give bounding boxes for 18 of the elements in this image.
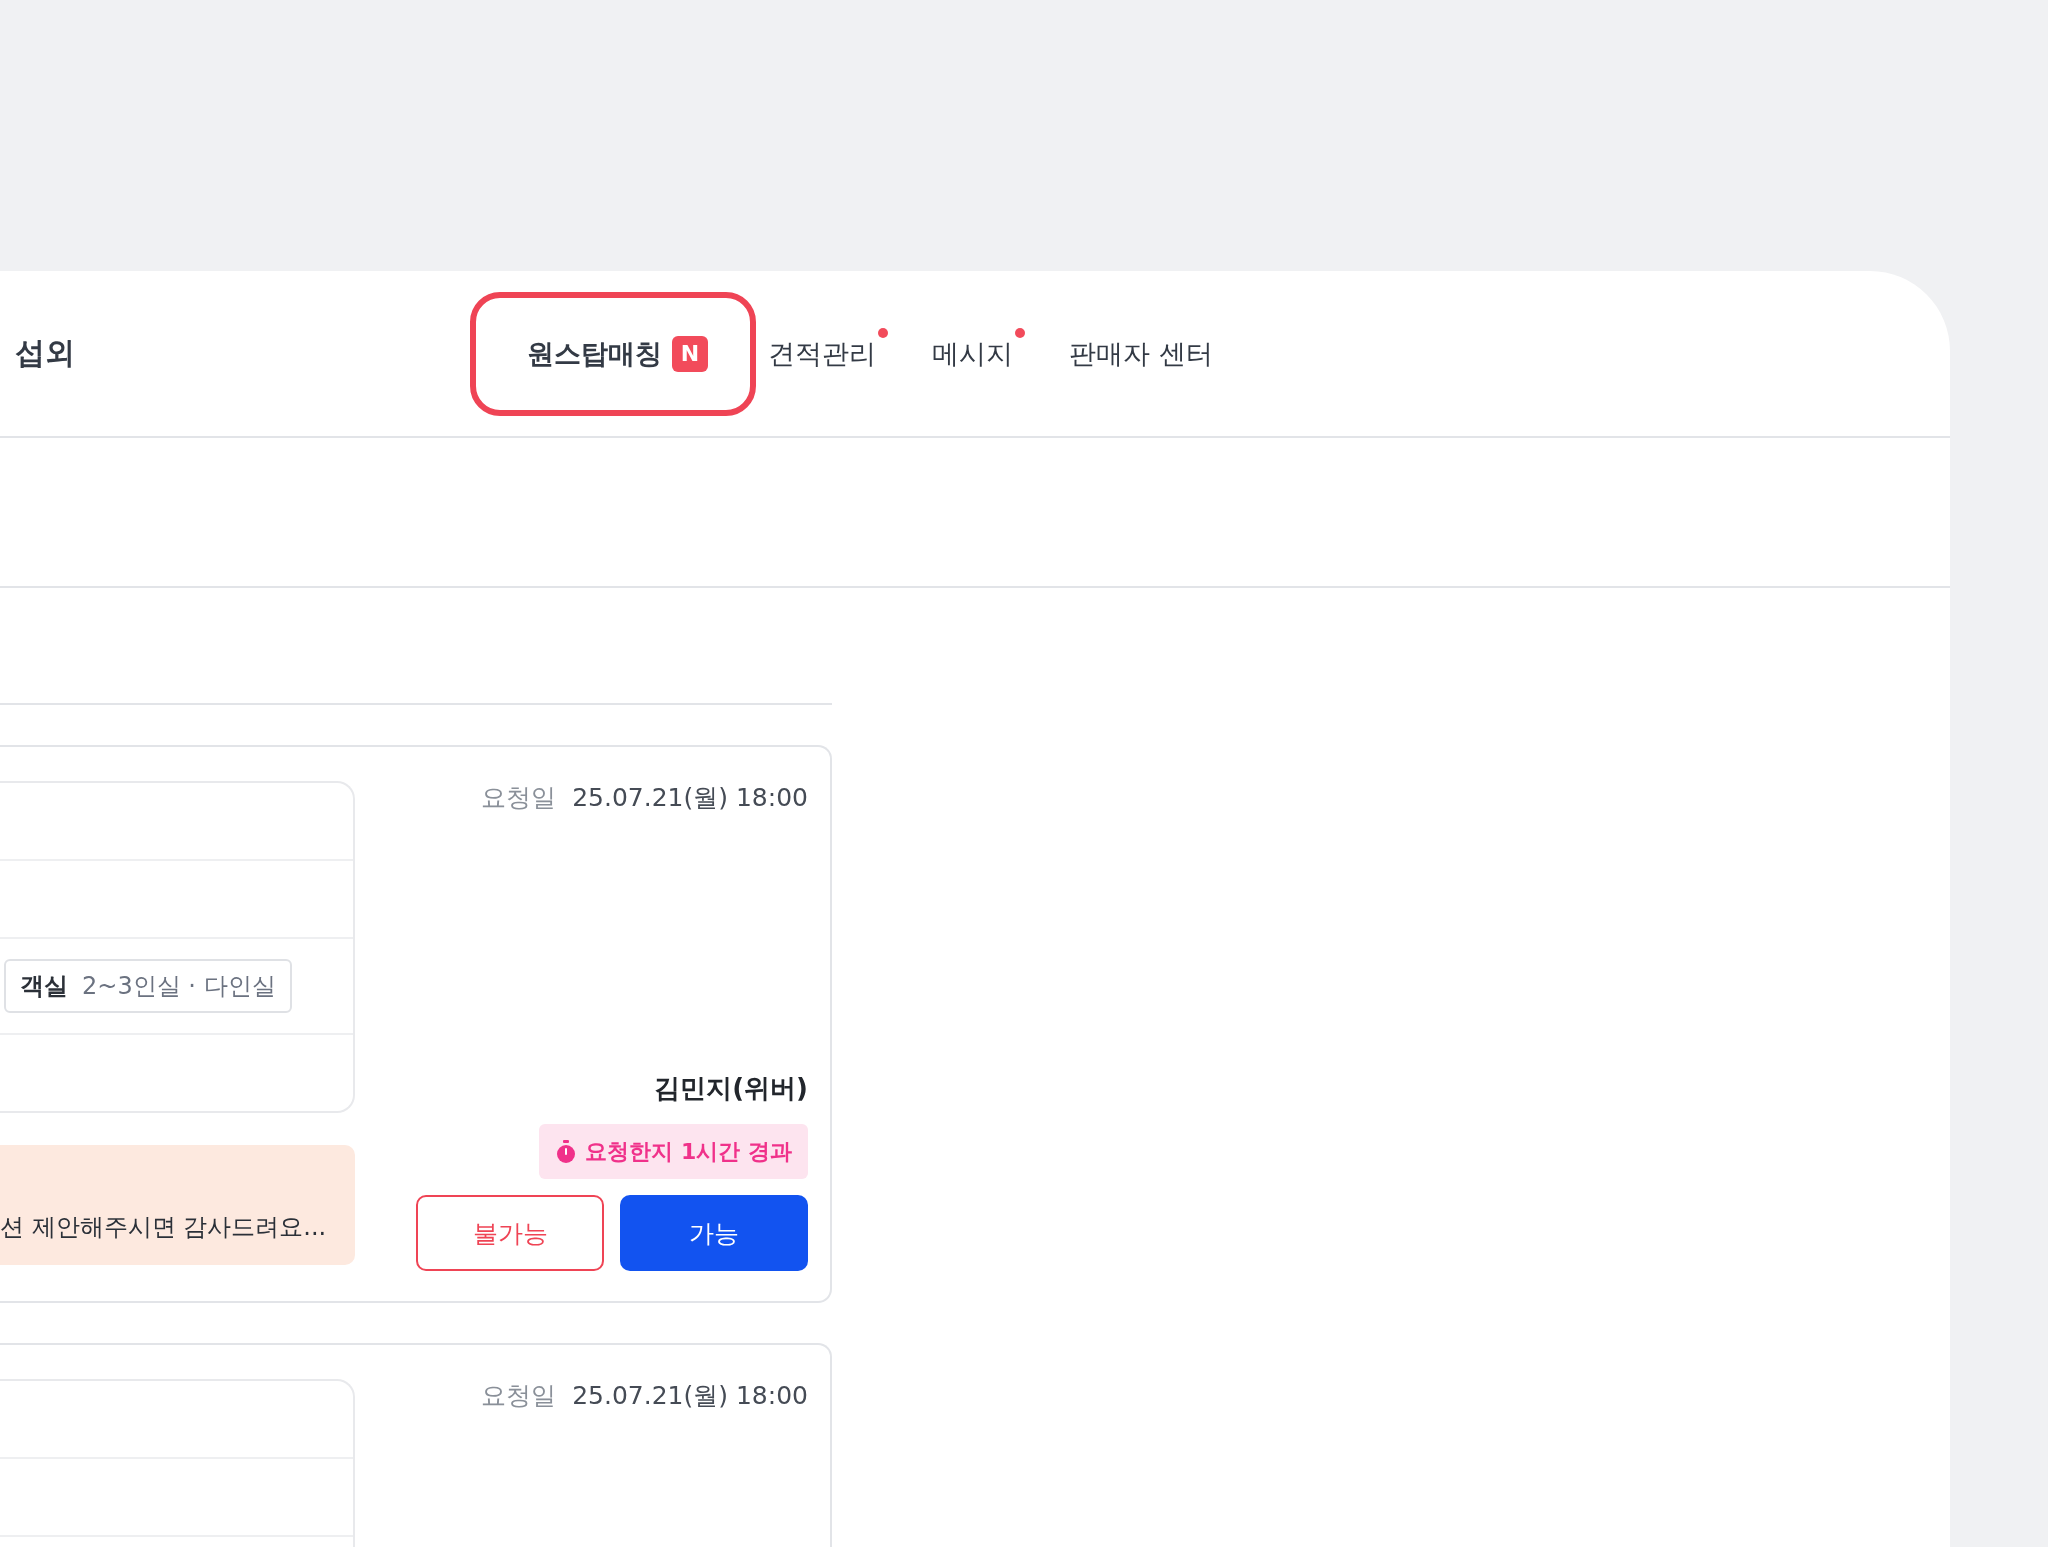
date-label: 요청일	[481, 782, 557, 814]
new-badge: N	[672, 335, 708, 372]
page-title: 섭외	[15, 334, 76, 372]
nav-tab[interactable]: 메시지	[932, 335, 1013, 372]
request-date: 25.07.21(월) 18:00	[572, 782, 808, 814]
request-date: 25.07.21(월) 18:00	[572, 1380, 808, 1412]
room-label: 객실	[20, 971, 68, 1002]
nav-tab[interactable]: 원스탑매칭	[527, 335, 662, 372]
date-label: 요청일	[481, 1380, 557, 1412]
elapsed-text: 요청한지 1시간 경과	[585, 1137, 792, 1166]
accept-button[interactable]: 가능	[620, 1195, 808, 1271]
reject-button[interactable]: 불가능	[416, 1195, 604, 1271]
room-value: 2~3인실 · 다인실	[82, 971, 276, 1002]
requester-name: 김민지(위버)	[654, 1072, 808, 1105]
nav-tab[interactable]: 판매자 센터	[1069, 335, 1213, 372]
nav-tab[interactable]: 견적관리	[768, 335, 876, 372]
stopwatch-icon	[555, 1139, 578, 1164]
memo-text: 션 제안해주시면 감사드려요...	[0, 1212, 327, 1243]
